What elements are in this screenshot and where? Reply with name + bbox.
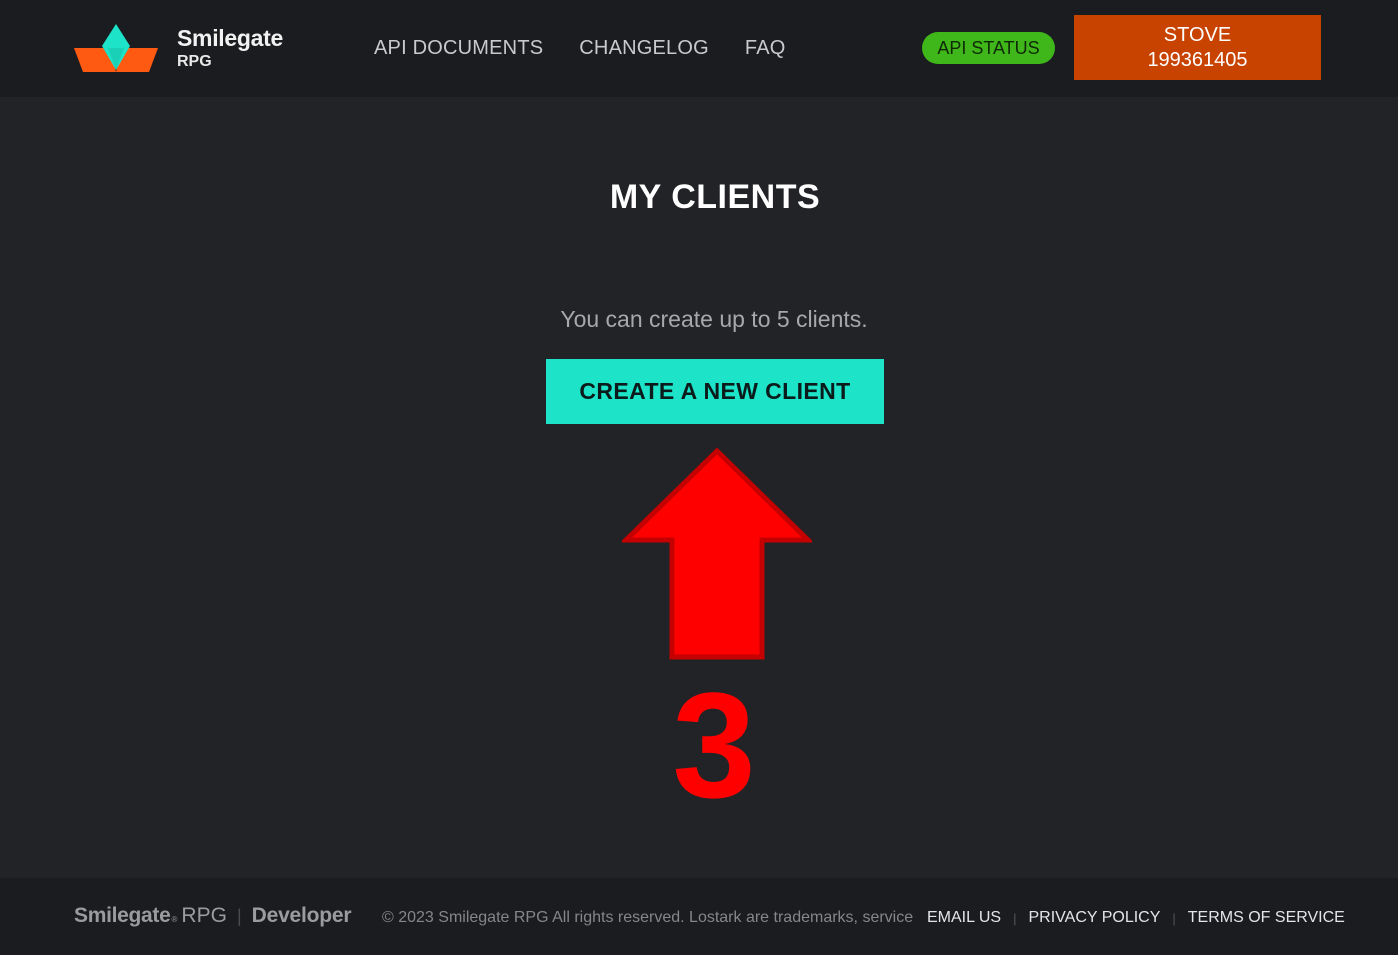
page-footer: Smilegate ® RPG | Developer © 2023 Smile…: [0, 878, 1398, 955]
footer-link-email-us[interactable]: EMAIL US: [927, 909, 1001, 927]
footer-link-terms-of-service[interactable]: TERMS OF SERVICE: [1188, 909, 1345, 927]
footer-links: EMAIL US | PRIVACY POLICY | TERMS OF SER…: [927, 909, 1345, 927]
footer-logo-divider: |: [236, 906, 242, 926]
main-nav: API DOCUMENTS CHANGELOG FAQ: [374, 37, 786, 60]
top-header: Smilegate RPG API DOCUMENTS CHANGELOG FA…: [0, 0, 1398, 97]
footer-logo-registered: ®: [171, 915, 178, 924]
footer-logo[interactable]: Smilegate ® RPG | Developer: [74, 904, 352, 928]
create-new-client-button[interactable]: CREATE A NEW CLIENT: [546, 359, 884, 424]
footer-logo-rpg: RPG: [181, 904, 227, 927]
api-status-button[interactable]: API STATUS: [922, 32, 1055, 64]
smilegate-rpg-logo[interactable]: Smilegate RPG: [74, 22, 294, 74]
logo-wordmark: Smilegate: [177, 25, 283, 51]
logo-subtitle: RPG: [177, 53, 212, 70]
stove-account-button[interactable]: STOVE 199361405: [1074, 15, 1321, 80]
footer-link-separator: |: [1172, 910, 1176, 926]
client-limit-text: You can create up to 5 clients.: [560, 306, 868, 332]
footer-logo-brand: Smilegate: [74, 904, 171, 927]
smilegate-logo-icon: [74, 24, 158, 72]
page-title: MY CLIENTS: [609, 178, 821, 216]
stove-label: STOVE: [1163, 23, 1232, 46]
step-number-annotation: 3: [672, 661, 756, 829]
copyright-text: © 2023 Smilegate RPG All rights reserved…: [382, 909, 914, 926]
footer-link-privacy-policy[interactable]: PRIVACY POLICY: [1028, 909, 1160, 927]
nav-faq[interactable]: FAQ: [745, 37, 786, 60]
nav-changelog[interactable]: CHANGELOG: [579, 37, 709, 60]
arrow-up-icon: [622, 447, 812, 660]
footer-logo-developer: Developer: [251, 904, 352, 927]
nav-api-documents[interactable]: API DOCUMENTS: [374, 37, 543, 60]
footer-link-separator: |: [1013, 910, 1017, 926]
stove-account-id: 199361405: [1147, 48, 1248, 71]
